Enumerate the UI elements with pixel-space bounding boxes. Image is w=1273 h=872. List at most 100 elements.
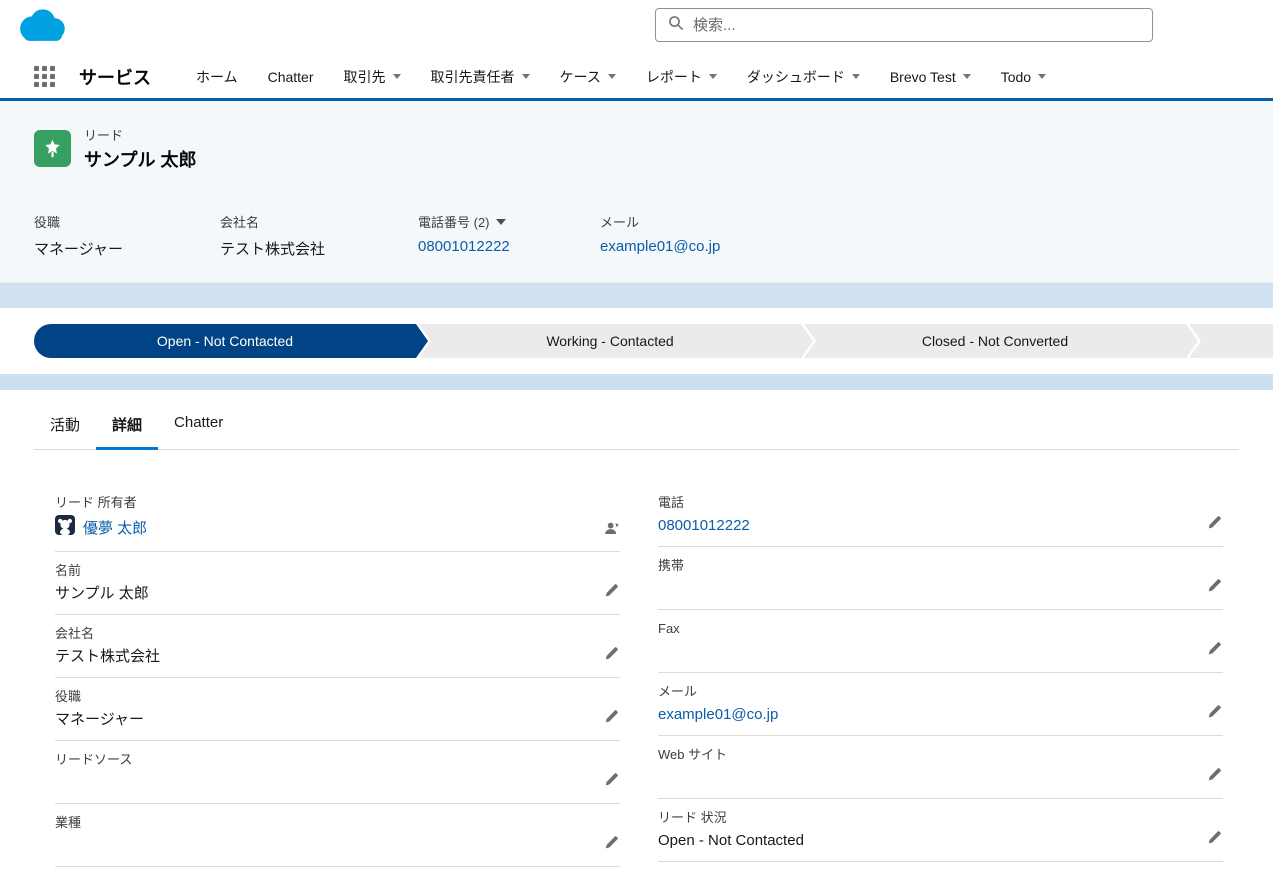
path-stage-open[interactable]: Open - Not Contacted	[34, 324, 428, 358]
nav-tab-label: Brevo Test	[889, 68, 956, 85]
tab-chatter[interactable]: Chatter	[158, 402, 239, 449]
field-mobile: 携帯	[658, 547, 1223, 610]
field-phone: 電話 08001012222	[658, 484, 1223, 547]
field-fax: Fax	[658, 610, 1223, 673]
chevron-down-icon[interactable]	[851, 74, 860, 79]
field-label: リード 状況	[658, 810, 727, 825]
email-link[interactable]: example01@co.jp	[658, 706, 778, 723]
highlights-panel: 役職 マネージャー 会社名 テスト株式会社 電話番号 (2) 080010122…	[34, 212, 1273, 259]
tab-details[interactable]: 詳細	[96, 402, 159, 450]
phone-link[interactable]: 08001012222	[658, 517, 750, 534]
tab-activity[interactable]: 活動	[34, 402, 96, 449]
chevron-down-icon[interactable]	[1038, 74, 1047, 79]
edit-pencil-icon[interactable]	[1205, 704, 1223, 722]
avatar	[55, 515, 75, 542]
tab-label: 活動	[50, 417, 81, 434]
field-label: 役職	[55, 689, 82, 704]
search-icon	[668, 15, 684, 36]
change-owner-icon[interactable]	[602, 520, 620, 538]
entity-label: リード	[84, 127, 124, 143]
highlight-label: 会社名	[220, 215, 260, 230]
chevron-down-icon[interactable]	[392, 74, 401, 79]
chevron-down-icon[interactable]	[521, 74, 530, 79]
nav-tab-accounts[interactable]: 取引先	[329, 55, 416, 98]
salesforce-logo	[14, 6, 70, 46]
path-stage-label: Closed - Not Converted	[921, 333, 1069, 349]
record-name: サンプル 太郎	[84, 149, 197, 170]
field-value: Open - Not Contacted	[658, 832, 804, 849]
global-header	[0, 0, 1273, 55]
path-stage-next[interactable]	[1189, 324, 1273, 358]
field-company: 会社名 テスト株式会社	[55, 615, 620, 678]
field-value: サンプル 太郎	[55, 585, 149, 602]
highlight-label: メール	[600, 215, 640, 230]
edit-pencil-icon[interactable]	[1205, 641, 1223, 659]
field-label: Web サイト	[658, 747, 728, 762]
highlight-value: マネージャー	[34, 241, 123, 258]
path-stage-working[interactable]: Working - Contacted	[419, 324, 813, 358]
field-value	[658, 767, 1189, 789]
field-label: 携帯	[658, 558, 685, 573]
field-lead-source: リードソース	[55, 741, 620, 804]
field-lead-status: リード 状況 Open - Not Contacted	[658, 799, 1223, 862]
record-detail-card: 活動 詳細 Chatter リード 所有者 優夢 太郎 名前 サンプル 太郎 会…	[0, 390, 1273, 872]
highlight-title: 役職 マネージャー	[34, 212, 220, 259]
field-value: テスト株式会社	[55, 648, 161, 665]
field-email: メール example01@co.jp	[658, 673, 1223, 736]
nav-tab-label: 取引先	[343, 68, 386, 85]
phone-dropdown-icon[interactable]	[495, 218, 506, 225]
edit-pencil-icon[interactable]	[602, 835, 620, 853]
field-title: 役職 マネージャー	[55, 678, 620, 741]
field-name: 名前 サンプル 太郎	[55, 552, 620, 615]
field-label: 業種	[55, 815, 82, 830]
nav-tab-todo[interactable]: Todo	[986, 55, 1061, 98]
chevron-down-icon[interactable]	[708, 74, 717, 79]
field-website: Web サイト	[658, 736, 1223, 799]
edit-pencil-icon[interactable]	[1205, 578, 1223, 596]
nav-tab-contacts[interactable]: 取引先責任者	[416, 55, 545, 98]
app-nav-bar: サービス ホーム Chatter 取引先 取引先責任者 ケース レポート ダッシ…	[0, 55, 1273, 101]
nav-tab-brevo-test[interactable]: Brevo Test	[875, 55, 986, 98]
highlight-company: 会社名 テスト株式会社	[220, 212, 418, 259]
app-launcher-icon[interactable]	[34, 66, 55, 87]
field-value: マネージャー	[55, 711, 144, 728]
path-stage-closed-not-converted[interactable]: Closed - Not Converted	[804, 324, 1198, 358]
nav-tab-label: Todo	[1000, 68, 1032, 85]
field-industry: 業種	[55, 804, 620, 867]
field-label: リードソース	[55, 752, 133, 767]
edit-pencil-icon[interactable]	[602, 646, 620, 664]
nav-tab-cases[interactable]: ケース	[545, 55, 631, 98]
edit-pencil-icon[interactable]	[602, 772, 620, 790]
phone-link[interactable]: 08001012222	[418, 238, 510, 255]
edit-pencil-icon[interactable]	[1205, 830, 1223, 848]
lead-status-path: Open - Not Contacted Working - Contacted…	[34, 324, 1273, 358]
highlight-email: メール example01@co.jp	[600, 212, 732, 259]
nav-tab-home[interactable]: ホーム	[181, 55, 253, 98]
edit-pencil-icon[interactable]	[602, 709, 620, 727]
owner-link[interactable]: 優夢 太郎	[83, 518, 147, 540]
nav-tab-dashboards[interactable]: ダッシュボード	[732, 55, 875, 98]
detail-column-left: リード 所有者 優夢 太郎 名前 サンプル 太郎 会社名 テスト株式会社 役職 …	[55, 484, 620, 872]
search-input[interactable]	[693, 16, 1140, 34]
edit-pencil-icon[interactable]	[1205, 515, 1223, 533]
edit-pencil-icon[interactable]	[602, 583, 620, 601]
chevron-down-icon[interactable]	[607, 74, 616, 79]
record-header: リード サンプル 太郎 役職 マネージャー 会社名 テスト株式会社 電話番号 (…	[0, 101, 1273, 283]
field-lead-owner: リード 所有者 優夢 太郎	[55, 484, 620, 552]
email-link[interactable]: example01@co.jp	[600, 238, 720, 255]
field-label: 電話	[658, 495, 685, 510]
path-stage-label: Open - Not Contacted	[156, 333, 294, 349]
path-stage-label: Working - Contacted	[546, 333, 674, 349]
chevron-down-icon[interactable]	[962, 74, 971, 79]
field-rating: 評価	[658, 862, 1223, 872]
edit-pencil-icon[interactable]	[1205, 767, 1223, 785]
field-value	[658, 641, 1189, 663]
app-name: サービス	[79, 67, 151, 88]
nav-tab-label: レポート	[645, 68, 702, 85]
nav-tab-chatter[interactable]: Chatter	[253, 55, 329, 98]
nav-tab-reports[interactable]: レポート	[631, 55, 732, 98]
nav-tab-label: ホーム	[196, 68, 238, 85]
field-label: Fax	[658, 621, 680, 636]
field-label: 会社名	[55, 626, 95, 641]
highlight-label: 役職	[34, 215, 61, 230]
